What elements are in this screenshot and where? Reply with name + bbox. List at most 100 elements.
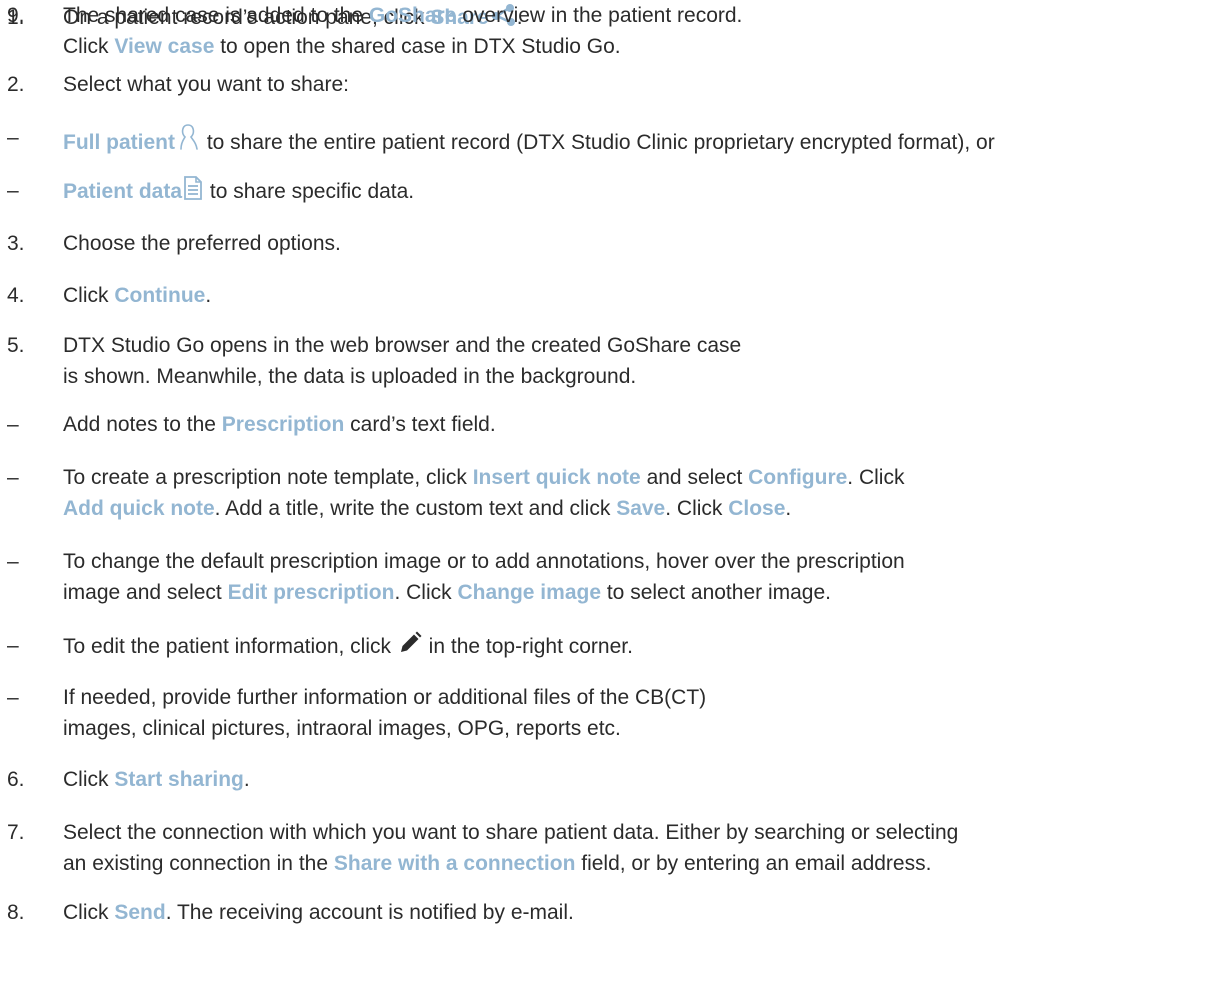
step-text: Full patient to share the entire patient… [63,122,1223,158]
step-text: Add notes to the Prescription card’s tex… [63,409,1223,440]
text-segment: is shown. Meanwhile, the data is uploade… [63,365,637,388]
ui-term: Send [114,901,166,924]
text-line: To create a prescription note template, … [63,462,1223,493]
text-segment: . [785,497,792,520]
text-segment: Select the connection with which you wan… [63,821,959,844]
text-line: The shared case is added to the GoShare … [63,0,1223,31]
text-segment: Choose the preferred options. [63,232,341,255]
text-segment: The shared case is added to the [63,4,369,27]
text-segment: card’s text field. [344,413,496,436]
text-line: Select the connection with which you wan… [63,817,1223,848]
step-text: Click Start sharing. [63,764,1223,795]
text-segment: overview in the patient record. [456,4,743,27]
step-marker: 6. [7,768,25,791]
text-segment: Click [63,901,115,924]
ui-term: Start sharing [114,768,244,791]
ui-term: Continue [114,284,206,307]
text-segment: field, or by entering an email address. [575,852,932,875]
text-segment: in the top-right corner. [422,635,633,658]
step-text: Choose the preferred options. [63,228,1223,259]
text-line: Add notes to the Prescription card’s tex… [63,409,1223,440]
text-segment: image and select [63,581,228,604]
text-line: Choose the preferred options. [63,228,1223,259]
text-segment: to share the entire patient record (DTX … [201,131,995,154]
text-segment: Click [63,768,115,791]
ui-term: Change image [457,581,602,604]
text-segment: . Click [847,466,905,489]
text-line: To change the default prescription image… [63,546,1223,577]
text-segment: . Click [665,497,729,520]
step-marker: 8. [7,901,25,924]
text-segment: Click [63,284,115,307]
ui-term: Prescription [221,413,345,436]
text-segment: . Click [394,581,458,604]
text-segment: images, clinical pictures, intraoral ima… [63,717,621,740]
text-segment: To edit the patient information, click [63,635,397,658]
ui-term: Configure [748,466,848,489]
text-line: If needed, provide further information o… [63,682,1223,713]
document-icon [182,175,204,201]
text-line: Click Continue. [63,280,1223,311]
step-marker: 7. [7,821,25,844]
text-segment: to open the shared case in DTX Studio Go… [214,35,621,58]
step-text: Click Send. The receiving account is not… [63,897,1223,928]
step-marker: 9. [7,4,25,27]
text-line: image and select Edit prescription. Clic… [63,577,1223,608]
step-marker: 3. [7,232,25,255]
step-marker: 2. [7,73,25,96]
person-outline-icon [175,122,201,152]
text-line: Add quick note. Add a title, write the c… [63,493,1223,524]
text-line: is shown. Meanwhile, the data is uploade… [63,361,1223,392]
text-segment: To change the default prescription image… [63,550,905,573]
text-segment: . The receiving account is notified by e… [165,901,574,924]
text-line: Click Start sharing. [63,764,1223,795]
text-line: an existing connection in the Share with… [63,848,1223,879]
step-marker: 5. [7,334,25,357]
step-marker: 4. [7,284,25,307]
step-text: Select the connection with which you wan… [63,817,1223,879]
pencil-icon [397,630,423,656]
ui-term: Save [616,497,666,520]
step-text: To edit the patient information, click i… [63,630,1223,662]
text-line: Click View case to open the shared case … [63,31,1223,62]
text-segment: and select [640,466,749,489]
text-line: images, clinical pictures, intraoral ima… [63,713,1223,744]
text-segment: If needed, provide further information o… [63,686,707,709]
text-line: Select what you want to share: [63,69,1223,100]
text-segment: an existing connection in the [63,852,334,875]
text-segment: Click [63,35,115,58]
step-text: If needed, provide further information o… [63,682,1223,744]
step-marker: – [7,550,19,573]
step-text: To create a prescription note template, … [63,462,1223,524]
text-line: Click Send. The receiving account is not… [63,897,1223,928]
text-segment: To create a prescription note template, … [63,466,473,489]
step-text: DTX Studio Go opens in the web browser a… [63,330,1223,392]
text-segment: Select what you want to share: [63,73,349,96]
ui-term: Close [728,497,786,520]
step-marker: – [7,634,19,657]
ui-term: Share with a connection [333,852,576,875]
text-segment: to share specific data. [204,180,415,203]
ui-term: Insert quick note [472,466,641,489]
step-marker: – [7,413,19,436]
step-marker: – [7,126,19,149]
step-marker: – [7,179,19,202]
ui-term: Patient data [63,180,183,203]
text-segment: Add notes to the [63,413,222,436]
step-marker: – [7,686,19,709]
text-segment: to select another image. [601,581,831,604]
text-segment: DTX Studio Go opens in the web browser a… [63,334,742,357]
text-segment: . [243,768,250,791]
step-text: Patient data to share specific data. [63,175,1223,207]
step-text: To change the default prescription image… [63,546,1223,608]
ui-term: Add quick note [63,497,215,520]
text-segment: . Add a title, write the custom text and… [214,497,617,520]
text-line: To edit the patient information, click i… [63,630,1223,662]
step-text: The shared case is added to the GoShare … [63,0,1223,62]
text-line: DTX Studio Go opens in the web browser a… [63,330,1223,361]
step-text: Select what you want to share: [63,69,1223,100]
ui-term: View case [114,35,215,58]
text-segment: . [205,284,212,307]
ui-term: GoShare [368,4,457,27]
text-line: Full patient to share the entire patient… [63,122,1223,158]
